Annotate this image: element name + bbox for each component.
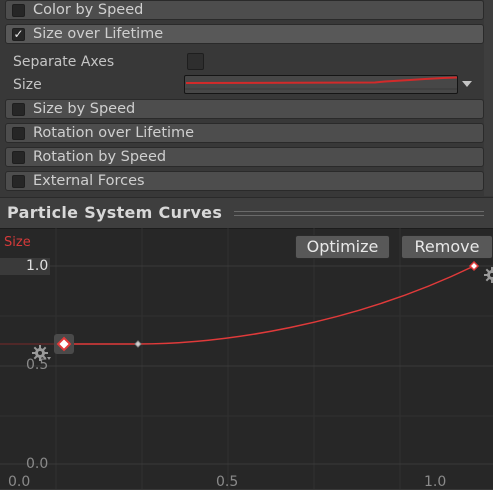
module-label: External Forces bbox=[33, 173, 145, 189]
size-curve[interactable] bbox=[0, 228, 493, 489]
module-external-forces[interactable]: External Forces bbox=[5, 171, 484, 191]
checkmark-icon: ✓ bbox=[13, 27, 24, 41]
module-rotation-over-lifetime[interactable]: Rotation over Lifetime bbox=[5, 123, 484, 143]
external-forces-checkbox[interactable] bbox=[12, 175, 25, 188]
drag-handle-line bbox=[234, 211, 484, 212]
size-label: Size bbox=[13, 77, 42, 93]
separate-axes-label: Separate Axes bbox=[13, 54, 115, 70]
gear-icon[interactable] bbox=[483, 266, 493, 286]
module-label: Color by Speed bbox=[33, 2, 144, 18]
module-label: Size by Speed bbox=[33, 101, 136, 117]
module-rotation-by-speed[interactable]: Rotation by Speed bbox=[5, 147, 484, 167]
curve-tangent-handle[interactable] bbox=[134, 340, 142, 348]
rotation-over-lifetime-checkbox[interactable] bbox=[12, 127, 25, 140]
color-by-speed-checkbox[interactable] bbox=[12, 4, 25, 17]
gear-icon[interactable] bbox=[31, 344, 51, 364]
separate-axes-checkbox[interactable] bbox=[187, 53, 204, 70]
size-curve-field[interactable] bbox=[184, 75, 458, 94]
module-label: Size over Lifetime bbox=[33, 26, 164, 42]
dropdown-arrow-icon[interactable] bbox=[462, 81, 472, 87]
rotation-by-speed-checkbox[interactable] bbox=[12, 151, 25, 164]
curve-key-end[interactable] bbox=[468, 260, 480, 272]
module-label: Rotation over Lifetime bbox=[33, 125, 195, 141]
module-size-over-lifetime[interactable]: ✓ Size over Lifetime bbox=[5, 24, 484, 44]
size-over-lifetime-checkbox[interactable]: ✓ bbox=[12, 28, 25, 41]
inspector-scrollbar[interactable] bbox=[484, 0, 493, 196]
curves-panel-title: Particle System Curves bbox=[7, 203, 223, 222]
size-by-speed-checkbox[interactable] bbox=[12, 103, 25, 116]
curves-panel-header[interactable]: Particle System Curves bbox=[0, 197, 493, 228]
size-curve-preview bbox=[185, 76, 457, 90]
module-color-by-speed[interactable]: Color by Speed bbox=[5, 0, 484, 20]
module-size-by-speed[interactable]: Size by Speed bbox=[5, 99, 484, 119]
module-label: Rotation by Speed bbox=[33, 149, 167, 165]
drag-handle-line bbox=[234, 215, 484, 216]
